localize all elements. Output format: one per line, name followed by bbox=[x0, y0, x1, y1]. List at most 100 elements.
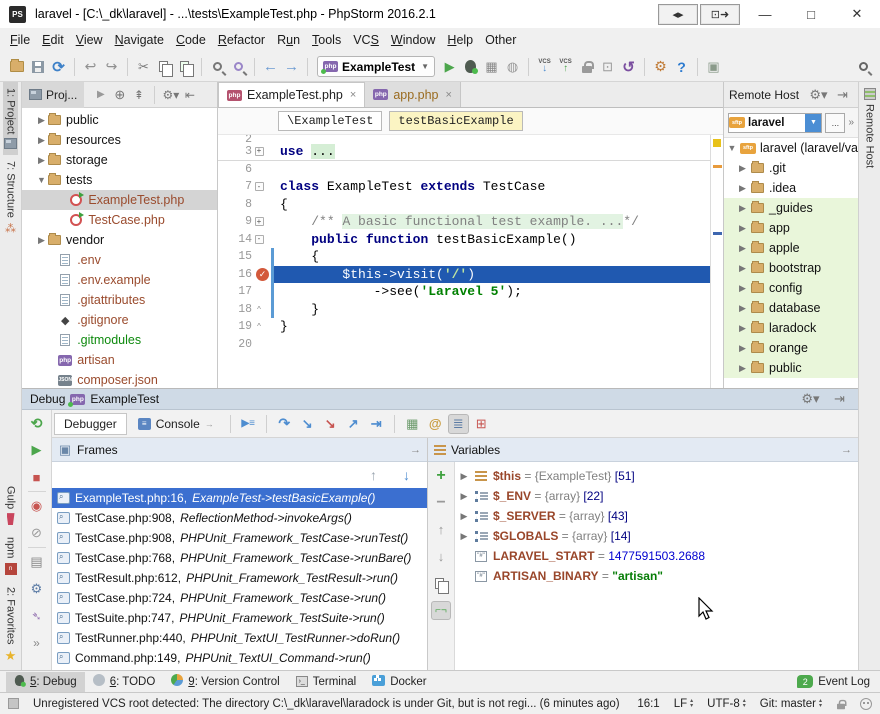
git-branch[interactable]: Git: master▴▾ bbox=[760, 698, 822, 710]
code-line-3[interactable]: 3+use ... bbox=[218, 143, 710, 161]
expand-arrow-icon[interactable]: ▶ bbox=[36, 135, 47, 146]
install-device-icon[interactable]: ▣ bbox=[703, 57, 724, 77]
frame-row[interactable]: TestCase.php:908, PHPUnit_Framework_Test… bbox=[52, 528, 427, 548]
vcs-lock-icon[interactable] bbox=[576, 57, 597, 77]
vcs-commit-icon[interactable]: VCS↑ bbox=[555, 57, 576, 77]
encoding[interactable]: UTF-8▴▾ bbox=[707, 698, 746, 710]
view-breakpoints-icon[interactable]: ◉ bbox=[27, 496, 47, 516]
stop-icon[interactable]: ■ bbox=[27, 467, 47, 487]
inline-values-icon[interactable]: @ bbox=[425, 414, 446, 434]
rollback-icon[interactable]: ↺ bbox=[618, 57, 639, 77]
remote-item-laradock[interactable]: ▶laradock bbox=[724, 318, 858, 338]
presentation-toggle-icon[interactable]: ⊡➜ bbox=[700, 4, 740, 25]
cut-icon[interactable]: ✂ bbox=[133, 57, 154, 77]
close-button[interactable]: ✕ bbox=[834, 0, 880, 28]
settings-gear-icon[interactable]: ⚙▾ bbox=[162, 85, 179, 105]
tab-exampletest-php[interactable]: phpExampleTest.php× bbox=[218, 82, 365, 107]
project-item-resources[interactable]: ▶resources bbox=[22, 130, 217, 150]
project-item-public[interactable]: ▶public bbox=[22, 110, 217, 130]
copy-icon[interactable] bbox=[154, 57, 175, 77]
paste-icon[interactable] bbox=[175, 57, 196, 77]
mute-breakpoints-icon[interactable]: ⊘ bbox=[27, 523, 47, 543]
toolwindow-terminal[interactable]: ›_Terminal bbox=[288, 672, 364, 692]
status-message[interactable]: Unregistered VCS root detected: The dire… bbox=[33, 698, 623, 710]
run-icon[interactable]: ▶ bbox=[439, 57, 460, 77]
menu-navigate[interactable]: Navigate bbox=[109, 30, 170, 50]
frame-row[interactable]: TestRunner.php:440, PHPUnit_TextUI_TestR… bbox=[52, 628, 427, 648]
project-item-artisan[interactable]: phpartisan bbox=[22, 350, 217, 370]
debug-icon[interactable] bbox=[460, 57, 481, 77]
project-item--gitattributes[interactable]: .gitattributes bbox=[22, 290, 217, 310]
remote-server-select[interactable]: sftp laravel ▼ bbox=[728, 113, 822, 133]
coverage-icon[interactable]: ▦ bbox=[481, 57, 502, 77]
project-item-storage[interactable]: ▶storage bbox=[22, 150, 217, 170]
menu-refactor[interactable]: Refactor bbox=[212, 30, 271, 50]
variable-artisan-binary[interactable]: "#"ARTISAN_BINARY = "artisan" bbox=[455, 566, 858, 586]
hide-panel-icon[interactable]: ⇥ bbox=[829, 389, 850, 409]
stripe-2-favorites[interactable]: 2: Favorites★ bbox=[4, 581, 18, 670]
code-editor[interactable]: 23+use ...67-class ExampleTest extends T… bbox=[218, 135, 710, 388]
nav-forward-icon[interactable]: → bbox=[281, 57, 302, 77]
variable--env[interactable]: ▶$_ENV = {array} [22] bbox=[455, 486, 858, 506]
close-tab-icon[interactable]: × bbox=[446, 89, 452, 101]
stripe-gulp[interactable]: Gulp bbox=[4, 480, 18, 531]
remote-item-config[interactable]: ▶config bbox=[724, 278, 858, 298]
breadcrumb--exampletest[interactable]: \ExampleTest bbox=[278, 111, 382, 131]
pin-tab-icon[interactable]: ➴ bbox=[27, 606, 47, 626]
event-log-button[interactable]: Event Log bbox=[818, 676, 870, 688]
project-item--gitignore[interactable]: ◆.gitignore bbox=[22, 310, 217, 330]
vcs-update-icon[interactable]: VCS↓ bbox=[534, 57, 555, 77]
project-item-testcase-php[interactable]: TestCase.php bbox=[22, 210, 217, 230]
lock-icon[interactable] bbox=[837, 703, 845, 709]
project-item-composer-json[interactable]: JSONcomposer.json bbox=[22, 370, 217, 388]
remote-item--idea[interactable]: ▶.idea bbox=[724, 178, 858, 198]
remote-item-app[interactable]: ▶app bbox=[724, 218, 858, 238]
remote-item--guides[interactable]: ▶_guides bbox=[724, 198, 858, 218]
expand-arrow-icon[interactable]: ▶ bbox=[36, 155, 47, 166]
force-step-into-icon[interactable]: ↘ bbox=[320, 414, 341, 434]
tab-app-php[interactable]: phpapp.php× bbox=[365, 82, 461, 107]
menu-run[interactable]: Run bbox=[271, 30, 306, 50]
run-config-select[interactable]: phpExampleTest▼ bbox=[317, 56, 435, 77]
show-exec-point-icon[interactable]: ▶≡ bbox=[238, 414, 259, 434]
settings-wrench-icon[interactable]: ⚙ bbox=[650, 57, 671, 77]
project-item-tests[interactable]: ▼tests bbox=[22, 170, 217, 190]
float-panel-icon[interactable]: → bbox=[410, 444, 421, 456]
code-line-6[interactable]: 6 bbox=[218, 161, 710, 179]
dock-toggle-icon[interactable]: ◂▸ bbox=[658, 4, 698, 25]
close-tab-icon[interactable]: × bbox=[350, 89, 356, 101]
status-square-icon[interactable] bbox=[8, 698, 19, 709]
step-out-icon[interactable]: ↗ bbox=[343, 414, 364, 434]
resume-icon[interactable]: ▶ bbox=[27, 440, 47, 460]
find-icon[interactable] bbox=[207, 57, 228, 77]
remote-root[interactable]: ▼sftplaravel (laravel/va bbox=[724, 138, 858, 158]
search-icon[interactable] bbox=[853, 57, 874, 77]
help-icon[interactable]: ? bbox=[671, 57, 692, 77]
expand-arrow-icon[interactable]: ▼ bbox=[36, 175, 47, 185]
collapse-all-icon[interactable]: ⇞ bbox=[130, 85, 147, 105]
remove-watch-icon[interactable]: − bbox=[431, 493, 451, 512]
project-item-exampletest-php[interactable]: ExampleTest.php bbox=[22, 190, 217, 210]
restore-layout2-icon[interactable]: ⊞ bbox=[471, 414, 492, 434]
code-line-2[interactable]: 2 bbox=[218, 135, 710, 143]
move-down-icon[interactable]: ↓ bbox=[431, 547, 451, 566]
variable--globals[interactable]: ▶$GLOBALS = {array} [14] bbox=[455, 526, 858, 546]
frame-row[interactable]: TestSuite.php:747, PHPUnit_Framework_Tes… bbox=[52, 608, 427, 628]
variable-laravel-start[interactable]: "#"LARAVEL_START = 1477591503.2688 bbox=[455, 546, 858, 566]
step-over-icon[interactable]: ↷ bbox=[274, 414, 295, 434]
frame-row[interactable]: Command.php:149, PHPUnit_TextUI_Command-… bbox=[52, 648, 427, 668]
menu-file[interactable]: File bbox=[4, 30, 36, 50]
project-panel-tab[interactable]: Proj... bbox=[22, 82, 84, 108]
caret-position[interactable]: 16:1 bbox=[637, 698, 659, 710]
menu-view[interactable]: View bbox=[70, 30, 109, 50]
project-item--env-example[interactable]: .env.example bbox=[22, 270, 217, 290]
project-item-vendor[interactable]: ▶vendor bbox=[22, 230, 217, 250]
frame-row[interactable]: ExampleTest.php:16, ExampleTest->testBas… bbox=[52, 488, 427, 508]
replace-icon[interactable] bbox=[228, 57, 249, 77]
remote-item-public[interactable]: ▶public bbox=[724, 358, 858, 378]
variable--this[interactable]: ▶$this = {ExampleTest} [51] bbox=[455, 466, 858, 486]
project-item--env[interactable]: .env bbox=[22, 250, 217, 270]
remote-more-button[interactable]: ... bbox=[825, 113, 845, 133]
menu-code[interactable]: Code bbox=[170, 30, 212, 50]
threads-view-icon[interactable]: ≣ bbox=[448, 414, 469, 434]
